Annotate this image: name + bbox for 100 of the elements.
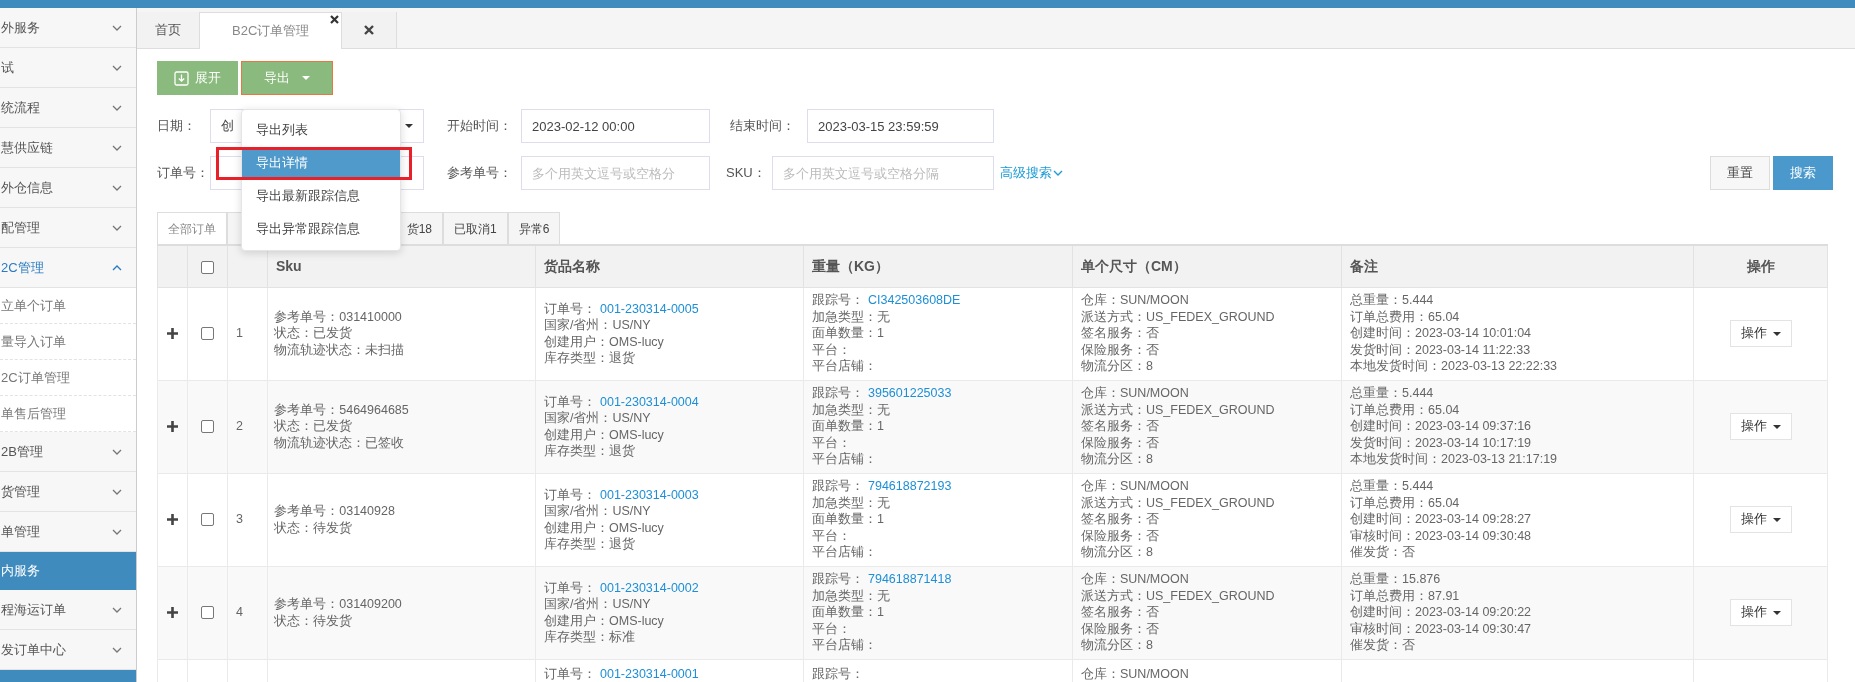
actions-dropdown-button[interactable]: 操作 bbox=[1729, 599, 1792, 626]
field-label: 结束时间： bbox=[730, 117, 796, 136]
actions-dropdown-button[interactable]: 操作 bbox=[1729, 506, 1792, 533]
cell-text: 面单数量：1 bbox=[812, 604, 885, 621]
cell-text: 仓库：SUN/MOON bbox=[1081, 478, 1190, 495]
field-label: 订单号： bbox=[157, 164, 210, 183]
field-label: SKU： bbox=[726, 164, 767, 183]
cell-text: 状态：已发货 bbox=[274, 325, 354, 342]
column-header: 单个尺寸（CM） bbox=[1081, 257, 1187, 274]
order-link[interactable]: 001-230314-0001 bbox=[600, 666, 699, 681]
cell-text: 创建时间：2023-03-14 09:20:22 bbox=[1350, 604, 1533, 621]
cell-text: 平台店铺： bbox=[812, 358, 878, 375]
order-link[interactable]: CI342503608DE bbox=[868, 293, 961, 308]
field-label: 订单号： bbox=[544, 487, 596, 502]
reset-button[interactable]: 重置 bbox=[1709, 156, 1770, 190]
sidebar-subitem[interactable]: 立单个订单 bbox=[0, 288, 136, 324]
sidebar-subitem[interactable]: 单售后管理 bbox=[0, 396, 136, 432]
cell-text: 国家/省州：US/NY bbox=[544, 596, 652, 613]
cell-text: 本地发货时间：2023-03-13 21:17:19 bbox=[1350, 451, 1559, 468]
row-number: 2 bbox=[236, 419, 243, 434]
cell-text: 面单数量：1 bbox=[812, 511, 885, 528]
end-time-field[interactable]: 2023-03-15 23:59:59 bbox=[807, 109, 994, 143]
cell-text: 参考单号：031409200 bbox=[274, 596, 403, 613]
column-header: 操作 bbox=[1746, 257, 1775, 274]
caret-icon bbox=[302, 76, 311, 80]
column-header: Sku bbox=[276, 257, 302, 274]
cell-text: 平台： bbox=[812, 620, 852, 638]
cell-text: 总重量：5.444 bbox=[1350, 478, 1435, 495]
order-link[interactable]: 001-230314-0003 bbox=[600, 487, 699, 502]
cell-text: 物流分区：8 bbox=[1081, 544, 1154, 561]
column-header: 重量（KG） bbox=[812, 257, 889, 274]
cell-text: 参考单号：031410000 bbox=[274, 308, 403, 326]
cell-text: 平台店铺： bbox=[812, 451, 878, 468]
cell-text: 加急类型：无 bbox=[812, 587, 891, 605]
cell-text: 创建用户：OMS-lucy bbox=[544, 612, 665, 629]
sidebar-subitem[interactable]: 量导入订单 bbox=[0, 324, 136, 360]
chevron-up-icon bbox=[112, 264, 122, 271]
status-tab[interactable]: 已取消1 bbox=[443, 212, 508, 244]
cell-text: 保险服务：否 bbox=[1081, 620, 1160, 638]
chevron-down-icon bbox=[112, 144, 122, 151]
row-number: 4 bbox=[236, 605, 243, 620]
sidebar-subitem[interactable]: 2C订单管理 bbox=[0, 360, 136, 396]
checkbox[interactable] bbox=[201, 513, 214, 527]
cell-text: 保险服务：否 bbox=[1081, 527, 1160, 545]
sku-field[interactable]: 多个用英文逗号或空格分隔 bbox=[772, 156, 994, 190]
cell-text: 平台店铺： bbox=[812, 544, 878, 561]
chevron-down-icon bbox=[112, 64, 122, 71]
cell-text: 平台： bbox=[812, 527, 852, 545]
menu-item[interactable]: 导出异常跟踪信息 bbox=[242, 213, 401, 246]
download-icon bbox=[174, 70, 189, 86]
chevron-down-icon bbox=[1053, 170, 1064, 176]
cell-text: 签名服务：否 bbox=[1081, 604, 1160, 621]
caret-icon bbox=[1772, 517, 1781, 522]
order-link[interactable]: 001-230314-0005 bbox=[600, 301, 699, 316]
cell-text: 面单数量：1 bbox=[812, 325, 885, 342]
menu-item[interactable]: 导出列表 bbox=[242, 114, 401, 147]
cell-text: 物流轨迹状态：未扫描 bbox=[274, 341, 406, 359]
cell-text: 签名服务：否 bbox=[1081, 511, 1160, 528]
cell-text: 保险服务：否 bbox=[1081, 341, 1160, 359]
order-link[interactable]: 794618872193 bbox=[868, 479, 952, 494]
cell-text: 派送方式：US_FEDEX_GROUND bbox=[1081, 587, 1276, 605]
cell-text: 面单数量：1 bbox=[812, 418, 885, 435]
field-label: 订单号： bbox=[544, 301, 596, 316]
checkbox[interactable] bbox=[201, 327, 214, 341]
reference-number-field[interactable]: 多个用英文逗号或空格分 bbox=[521, 156, 710, 190]
cell-text: 状态：待发货 bbox=[274, 519, 354, 536]
start-time-field[interactable]: 2023-02-12 00:00 bbox=[521, 109, 710, 143]
sidebar-section-header[interactable]: 内服务 bbox=[0, 552, 136, 590]
cell-text: 签名服务：否 bbox=[1081, 418, 1160, 435]
cell-text: 物流轨迹状态：已签收 bbox=[274, 434, 406, 452]
status-tab[interactable]: 全部订单 bbox=[157, 212, 227, 244]
cell-text: 总重量：5.444 bbox=[1350, 292, 1435, 309]
field-label: 订单号： bbox=[544, 580, 596, 595]
checkbox[interactable] bbox=[201, 260, 214, 274]
cell-text: 派送方式：US_FEDEX_GROUND bbox=[1081, 494, 1276, 512]
cell-text: 催发货：否 bbox=[1350, 637, 1416, 654]
caret-icon bbox=[1772, 331, 1781, 336]
caret-icon bbox=[405, 124, 413, 128]
plus-icon bbox=[167, 328, 178, 340]
chevron-down-icon bbox=[112, 606, 122, 613]
cell-text: 库存类型：退货 bbox=[544, 536, 636, 553]
row-number: 3 bbox=[236, 512, 243, 527]
actions-dropdown-button[interactable]: 操作 bbox=[1729, 320, 1792, 347]
checkbox[interactable] bbox=[201, 606, 214, 620]
cell-text: 加急类型：无 bbox=[812, 401, 891, 419]
menu-item[interactable]: 导出最新跟踪信息 bbox=[242, 180, 401, 213]
cell-text: 创建时间：2023-03-14 10:01:04 bbox=[1350, 325, 1533, 342]
cell-text: 参考单号：03140928 bbox=[274, 503, 396, 520]
status-tab[interactable]: 异常6 bbox=[507, 212, 561, 244]
caret-icon bbox=[1772, 610, 1781, 615]
cell-text: 订单总费用：65.04 bbox=[1350, 401, 1461, 419]
cell-text: 本地发货时间：2023-03-13 22:22:33 bbox=[1350, 358, 1559, 375]
chevron-down-icon bbox=[112, 104, 122, 111]
cell-text: 创建时间：2023-03-14 09:37:16 bbox=[1350, 418, 1533, 435]
cell-text: 发货时间：2023-03-14 11:22:33 bbox=[1350, 341, 1532, 359]
actions-dropdown-button[interactable]: 操作 bbox=[1729, 413, 1792, 440]
checkbox[interactable] bbox=[201, 420, 214, 434]
page-tab[interactable]: B2C订单管理 bbox=[200, 12, 343, 49]
chevron-down-icon bbox=[112, 488, 122, 495]
caret-icon bbox=[1772, 424, 1781, 429]
